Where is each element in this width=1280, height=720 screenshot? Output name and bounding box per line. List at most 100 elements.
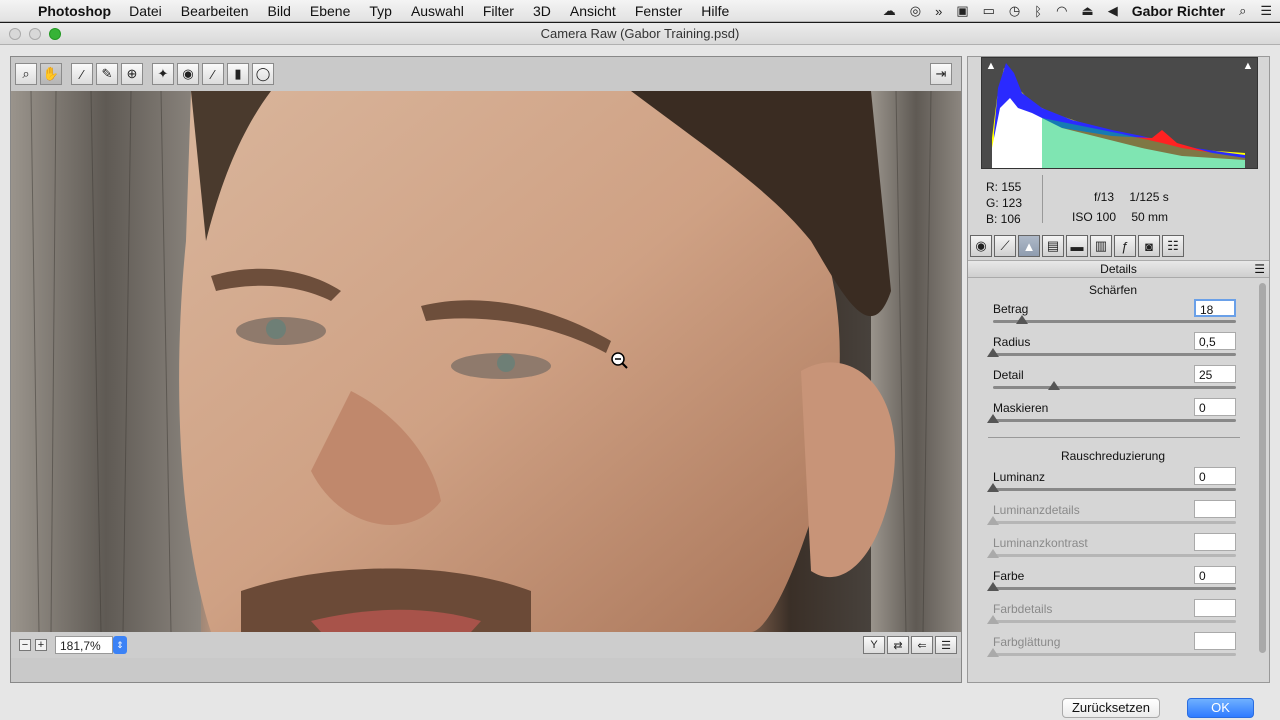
maskieren-field[interactable]: 0 — [1194, 398, 1236, 416]
farbe-field[interactable]: 0 — [1194, 566, 1236, 584]
readout-blue: B: 106 — [986, 212, 1021, 226]
swap-before-after-icon[interactable]: ⇄ — [887, 636, 909, 654]
farbdetails-field — [1194, 599, 1236, 617]
graduated-filter-icon[interactable]: ▮ — [227, 63, 249, 85]
white-balance-tool-icon[interactable]: ⁄ — [71, 63, 93, 85]
panel-scrollbar-knob[interactable] — [1259, 283, 1266, 653]
detail-slider-track[interactable] — [993, 386, 1236, 389]
targeted-adjustment-tool-icon[interactable]: ⊕ — [121, 63, 143, 85]
basic-tab-icon[interactable]: ◉ — [970, 235, 992, 257]
farbglaettung-field — [1194, 632, 1236, 650]
farbe-slider-track[interactable] — [993, 587, 1236, 590]
wifi-icon[interactable]: ◠ — [1056, 3, 1067, 19]
cloud-icon[interactable]: ☁ — [883, 3, 896, 19]
zoom-level-stepper[interactable]: ⇕ — [113, 636, 127, 654]
notification-center-icon[interactable]: ☰ — [1260, 3, 1272, 19]
luminanzkontrast-field — [1194, 533, 1236, 551]
menu-bar: Photoshop Datei Bearbeiten Bild Ebene Ty… — [0, 0, 1280, 22]
menu-ebene[interactable]: Ebene — [310, 3, 350, 19]
camera-icon[interactable]: ▣ — [956, 3, 968, 19]
detail-tab-icon[interactable]: ▲ — [1018, 235, 1040, 257]
volume-icon[interactable]: ◀ — [1108, 3, 1118, 19]
image-canvas[interactable] — [11, 91, 961, 632]
menu-hilfe[interactable]: Hilfe — [701, 3, 729, 19]
preview-settings-icon[interactable]: ☰ — [935, 636, 957, 654]
presets-tab-icon[interactable]: ☷ — [1162, 235, 1184, 257]
luminanz-field[interactable]: 0 — [1194, 467, 1236, 485]
copy-settings-icon[interactable]: ⇐ — [911, 636, 933, 654]
hand-tool-icon[interactable]: ✋ — [40, 63, 62, 85]
shadow-clipping-warning-icon[interactable]: ▲ — [984, 60, 998, 72]
farbglaettung-slider-track — [993, 653, 1236, 656]
red-eye-tool-icon[interactable]: ◉ — [177, 63, 199, 85]
luminanzdetails-slider-track — [993, 521, 1236, 524]
menu-3d[interactable]: 3D — [533, 3, 551, 19]
time-machine-icon[interactable]: ◷ — [1009, 3, 1020, 19]
betrag-slider-thumb[interactable] — [1016, 315, 1029, 324]
highlight-clipping-warning-icon[interactable]: ▲ — [1241, 60, 1255, 72]
luminanz-row: Luminanz 0 — [987, 467, 1236, 503]
panel-title: Details — [1100, 262, 1137, 276]
zoom-level-field[interactable]: 181,7% — [55, 636, 113, 654]
zoom-in-button[interactable]: + — [35, 639, 47, 651]
menu-fenster[interactable]: Fenster — [635, 3, 682, 19]
lens-corrections-tab-icon[interactable]: ▥ — [1090, 235, 1112, 257]
menu-app-name[interactable]: Photoshop — [38, 3, 111, 19]
luminanz-slider-track[interactable] — [993, 488, 1236, 491]
luminanzdetails-row: Luminanzdetails — [987, 500, 1236, 536]
menu-auswahl[interactable]: Auswahl — [411, 3, 464, 19]
forward-icon[interactable]: » — [935, 4, 942, 19]
radius-slider-track[interactable] — [993, 353, 1236, 356]
menu-typ[interactable]: Typ — [369, 3, 392, 19]
image-panel: ⌕ ✋ ⁄ ✎ ⊕ ✦ ◉ ∕ ▮ ◯ ⇥ − + 181,7% ⇕ Y ⇄ ⇐… — [10, 56, 962, 683]
spotlight-search-icon[interactable]: ⌕ — [1239, 3, 1246, 19]
effects-tab-icon[interactable]: ƒ — [1114, 235, 1136, 257]
window-minimize-button[interactable] — [29, 28, 41, 40]
menu-bild[interactable]: Bild — [268, 3, 291, 19]
menu-datei[interactable]: Datei — [129, 3, 162, 19]
export-icon[interactable]: ⇥ — [930, 63, 952, 85]
maskieren-slider-thumb[interactable] — [987, 414, 999, 423]
radius-slider-thumb[interactable] — [987, 348, 999, 357]
menu-bearbeiten[interactable]: Bearbeiten — [181, 3, 249, 19]
luminanzkontrast-label: Luminanzkontrast — [993, 536, 1088, 550]
maskieren-slider-track[interactable] — [993, 419, 1236, 422]
luminanz-slider-thumb[interactable] — [987, 483, 999, 492]
hsl-tab-icon[interactable]: ▤ — [1042, 235, 1064, 257]
reset-button[interactable]: Zurücksetzen — [1062, 698, 1160, 718]
adjustment-brush-icon[interactable]: ∕ — [202, 63, 224, 85]
ok-button[interactable]: OK — [1187, 698, 1254, 718]
betrag-field[interactable]: 18 — [1194, 299, 1236, 317]
panel-header: Details ☰ — [968, 260, 1269, 278]
menu-filter[interactable]: Filter — [483, 3, 514, 19]
noise-reduction-header: Rauschreduzierung — [1060, 449, 1166, 463]
spot-removal-tool-icon[interactable]: ✦ — [152, 63, 174, 85]
menu-ansicht[interactable]: Ansicht — [570, 3, 616, 19]
before-after-toggle-icon[interactable]: Y — [863, 636, 885, 654]
farbe-slider-thumb[interactable] — [987, 582, 999, 591]
color-sampler-tool-icon[interactable]: ✎ — [96, 63, 118, 85]
camera-readout: R: 155 G: 123 B: 106 f/13 1/125 s ISO 10… — [968, 171, 1268, 231]
creative-cloud-icon[interactable]: ◎ — [910, 3, 921, 19]
focal-length-value: 50 mm — [1131, 210, 1169, 224]
luminanz-label: Luminanz — [993, 470, 1046, 484]
panel-menu-icon[interactable]: ☰ — [1254, 261, 1265, 277]
eject-icon[interactable]: ⏏ — [1081, 3, 1093, 19]
bluetooth-icon[interactable]: ᛒ — [1034, 4, 1042, 19]
window-zoom-button[interactable] — [49, 28, 61, 40]
betrag-slider-track[interactable] — [993, 320, 1236, 323]
luminanzkontrast-row: Luminanzkontrast — [987, 533, 1236, 569]
panel-scrollbar[interactable] — [1258, 279, 1267, 679]
camera-calibration-tab-icon[interactable]: ◙ — [1138, 235, 1160, 257]
zoom-tool-icon[interactable]: ⌕ — [15, 63, 37, 85]
airplay-icon[interactable]: ▭ — [983, 3, 995, 19]
zoom-out-button[interactable]: − — [19, 639, 31, 651]
radial-filter-icon[interactable]: ◯ — [252, 63, 274, 85]
user-name[interactable]: Gabor Richter — [1132, 3, 1225, 19]
split-toning-tab-icon[interactable]: ▬ — [1066, 235, 1088, 257]
tone-curve-tab-icon[interactable]: ⟋ — [994, 235, 1016, 257]
window-close-button[interactable] — [9, 28, 21, 40]
detail-slider-thumb[interactable] — [1047, 381, 1060, 390]
radius-field[interactable]: 0,5 — [1194, 332, 1236, 350]
detail-field[interactable]: 25 — [1194, 365, 1236, 383]
